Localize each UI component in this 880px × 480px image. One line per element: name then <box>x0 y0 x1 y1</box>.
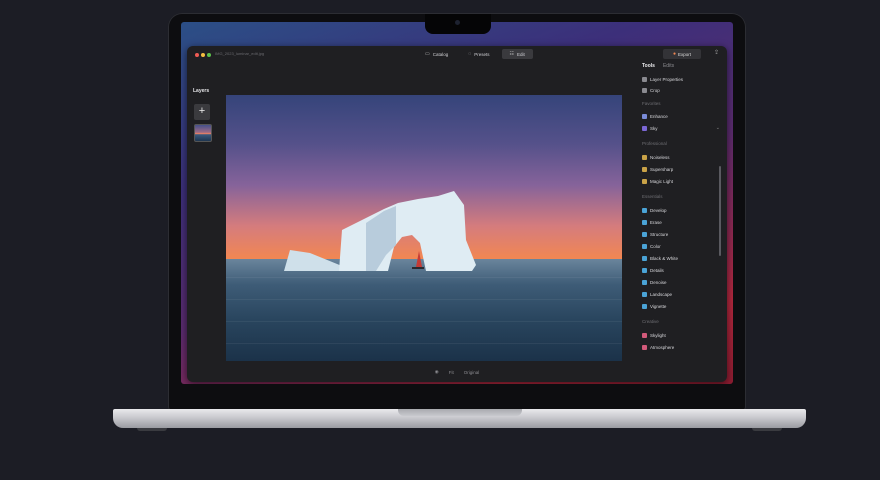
tool-label: Black & White <box>650 255 679 261</box>
tool-label: Magic Light <box>650 178 674 184</box>
close-button[interactable] <box>195 53 199 57</box>
layer-properties-icon <box>642 76 647 82</box>
tool-color[interactable]: Color <box>642 242 724 250</box>
tool-label: Skylight <box>650 332 666 338</box>
tool-label: Erase <box>650 219 662 225</box>
details-icon <box>642 267 647 273</box>
boat-hull <box>412 267 424 269</box>
layers-panel: Layers + <box>187 68 227 378</box>
tab-label: Edit <box>516 51 525 57</box>
app-window: IMG_2023_luminar_edit.jpg ▭ Catalog ◌ Pres… <box>187 46 727 382</box>
eye-icon[interactable]: ◉ <box>435 369 439 375</box>
tool-structure[interactable]: Structure <box>642 230 724 238</box>
tool-label: Structure <box>650 231 669 237</box>
tab-presets[interactable]: ◌ Presets <box>460 49 497 59</box>
tool-noiseless[interactable]: Noiseless <box>642 153 724 161</box>
tool-sky[interactable]: Sky ⌄ <box>642 124 724 132</box>
maximize-button[interactable] <box>207 53 211 57</box>
tool-label: Enhance <box>650 113 668 119</box>
iceberg-arch <box>339 191 476 271</box>
tool-atmosphere[interactable]: Atmosphere <box>642 343 724 351</box>
lid-opening-groove <box>398 409 522 416</box>
tool-label: Crop <box>650 87 660 93</box>
landscape-icon <box>642 291 647 297</box>
black-white-icon <box>642 255 647 261</box>
magic-light-icon <box>642 178 647 184</box>
tool-magic-light[interactable]: Magic Light <box>642 177 724 185</box>
sailboat <box>416 251 422 267</box>
enhance-icon <box>642 113 647 119</box>
iceberg-graphic <box>284 191 476 271</box>
tab-catalog[interactable]: ▭ Catalog <box>417 49 456 59</box>
noiseless-icon <box>642 154 647 160</box>
tool-label: Landscape <box>650 291 673 297</box>
layer-thumbnail[interactable] <box>194 124 212 142</box>
tab-tools[interactable]: Tools <box>642 63 655 69</box>
section-creative: Creative <box>642 319 659 324</box>
section-favorites: Favorites <box>642 101 661 106</box>
laptop-foot <box>752 428 782 431</box>
tool-label: Sky <box>650 125 658 131</box>
tool-layer-properties[interactable]: Layer Properties <box>642 75 724 83</box>
color-icon <box>642 243 647 249</box>
vignette-icon <box>642 303 647 309</box>
camera-notch <box>425 14 491 34</box>
section-essentials: Essentials <box>642 194 663 199</box>
tool-label: Details <box>650 267 664 273</box>
tool-label: Layer Properties <box>650 76 684 82</box>
file-name: IMG_2023_luminar_edit.jpg <box>215 51 265 56</box>
compare-select[interactable]: Original <box>464 370 480 375</box>
supersharp-icon <box>642 166 647 172</box>
structure-icon <box>642 231 647 237</box>
tool-enhance[interactable]: Enhance <box>642 112 724 120</box>
photo-canvas[interactable] <box>226 95 622 361</box>
laptop-foot <box>137 428 167 431</box>
tool-details[interactable]: Details <box>642 266 724 274</box>
tool-label: Denoise <box>650 279 667 285</box>
tool-denoise[interactable]: Denoise <box>642 278 724 286</box>
tab-label: Presets <box>474 51 490 57</box>
zoom-select[interactable]: Fit <box>449 370 454 375</box>
atmosphere-icon <box>642 344 647 350</box>
sky-icon <box>642 125 647 131</box>
tool-label: Color <box>650 243 661 249</box>
minimize-button[interactable] <box>201 53 205 57</box>
presets-icon: ◌ <box>468 51 472 57</box>
tab-edits[interactable]: Edits <box>663 63 674 69</box>
erase-icon <box>642 219 647 225</box>
crop-icon <box>642 87 647 93</box>
tool-label: Atmosphere <box>650 344 675 350</box>
tool-label: Supersharp <box>650 166 674 172</box>
panel-tabs: Tools Edits <box>642 63 674 69</box>
panel-scrollbar[interactable] <box>719 166 721 256</box>
chevron-down-icon: ⌄ <box>715 125 720 131</box>
screen: IMG_2023_luminar_edit.jpg ▭ Catalog ◌ Pres… <box>181 22 733 384</box>
skylight-icon <box>642 332 647 338</box>
denoise-icon <box>642 279 647 285</box>
mode-tabs: ▭ Catalog ◌ Presets ☷ Edit <box>417 49 533 59</box>
catalog-icon: ▭ <box>425 51 430 57</box>
add-layer-button[interactable]: + <box>194 104 210 120</box>
tool-develop[interactable]: Develop <box>642 206 724 214</box>
tool-supersharp[interactable]: Supersharp <box>642 165 724 173</box>
tool-skylight[interactable]: Skylight <box>642 331 724 339</box>
tool-label: Develop <box>650 207 667 213</box>
iceberg-left <box>284 250 344 271</box>
edit-icon: ☷ <box>509 51 514 57</box>
tab-label: Catalog <box>432 51 449 57</box>
section-professional: Professional <box>642 141 667 146</box>
tool-black-white[interactable]: Black & White <box>642 254 724 262</box>
camera-icon <box>455 20 460 25</box>
tool-vignette[interactable]: Vignette <box>642 302 724 310</box>
tool-landscape[interactable]: Landscape <box>642 290 724 298</box>
tools-panel: Tools Edits Layer Properties Crop Favori… <box>642 46 727 382</box>
tool-crop[interactable]: Crop <box>642 86 724 94</box>
layers-title: Layers <box>193 88 210 94</box>
tool-label: Noiseless <box>650 154 670 160</box>
laptop-base <box>113 409 806 431</box>
tool-erase[interactable]: Erase <box>642 218 724 226</box>
tool-label: Vignette <box>650 303 667 309</box>
tab-edit[interactable]: ☷ Edit <box>501 49 533 59</box>
develop-icon <box>642 207 647 213</box>
